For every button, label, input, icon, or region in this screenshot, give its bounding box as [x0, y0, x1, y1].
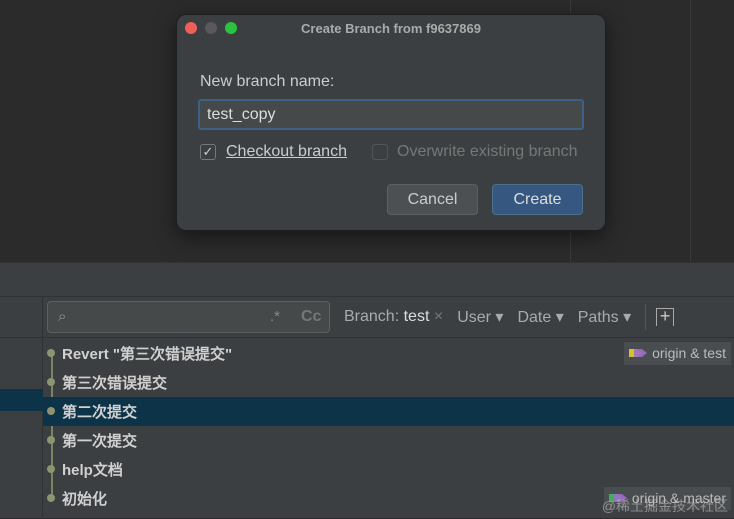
commit-message: help文档	[62, 462, 123, 479]
commit-row[interactable]: 第三次错误提交	[43, 368, 734, 397]
log-toolbar: ⌕ .* Cc Branch: test × User ▾ Date ▾ Pat…	[43, 297, 734, 338]
date-filter[interactable]: Date ▾	[517, 307, 563, 327]
overwrite-branch-label[interactable]: Overwrite existing branch	[397, 143, 578, 161]
tool-window-tabs	[0, 262, 734, 296]
dialog-title: Create Branch from f9637869	[301, 21, 481, 36]
paths-filter[interactable]: Paths ▾	[578, 307, 631, 327]
branch-tag: origin & test	[624, 342, 731, 365]
commit-node	[47, 494, 55, 502]
commit-node	[47, 436, 55, 444]
commit-list: Revert "第三次错误提交" origin & test 第三次错误提交 第…	[43, 339, 734, 513]
commit-message: Revert "第三次错误提交"	[62, 346, 233, 363]
checkout-branch-checkbox[interactable]: ✓	[200, 144, 216, 160]
commit-message: 第一次提交	[62, 433, 138, 450]
clear-filter-icon[interactable]: ×	[434, 308, 443, 325]
regex-toggle[interactable]: .*	[270, 308, 280, 325]
branch-filter[interactable]: Branch: test ×	[344, 308, 443, 326]
commit-message: 第三次错误提交	[62, 375, 168, 392]
tag-icon	[629, 349, 648, 357]
user-filter[interactable]: User ▾	[457, 307, 503, 327]
search-input[interactable]: ⌕ .* Cc	[47, 301, 330, 333]
commit-node	[47, 407, 55, 415]
branch-filter-value: test	[403, 308, 430, 325]
divider	[645, 304, 647, 330]
divider	[690, 0, 691, 262]
cancel-button[interactable]: Cancel	[387, 184, 478, 215]
git-log-panel: ⌕ .* Cc Branch: test × User ▾ Date ▾ Pat…	[0, 296, 734, 519]
new-tab-icon[interactable]: +	[656, 307, 675, 326]
watermark: @稀土掘金技术社区	[601, 498, 728, 514]
branch-filter-label: Branch:	[344, 308, 400, 325]
commit-node	[47, 378, 55, 386]
branch-name-input[interactable]: test_copy	[198, 99, 584, 130]
commit-row[interactable]: 第一次提交	[43, 426, 734, 455]
checkout-branch-label[interactable]: Checkout branch	[226, 143, 347, 161]
commit-message: 第二次提交	[62, 404, 138, 421]
commit-node	[47, 465, 55, 473]
branch-name-label: New branch name:	[200, 73, 335, 90]
commit-row-selected[interactable]: 第二次提交	[43, 397, 734, 426]
search-icon: ⌕	[58, 308, 67, 325]
commit-row[interactable]: help文档	[43, 455, 734, 484]
commit-row[interactable]: Revert "第三次错误提交" origin & test	[43, 339, 734, 368]
commit-message: 初始化	[62, 491, 108, 508]
tag-label: origin & test	[652, 345, 726, 361]
commit-node	[47, 349, 55, 357]
create-button[interactable]: Create	[492, 184, 583, 215]
overwrite-branch-checkbox[interactable]	[372, 144, 388, 160]
match-case-toggle[interactable]: Cc	[301, 308, 321, 326]
selected-branch[interactable]	[0, 389, 43, 411]
create-branch-dialog: Create Branch from f9637869 New branch n…	[176, 14, 606, 231]
